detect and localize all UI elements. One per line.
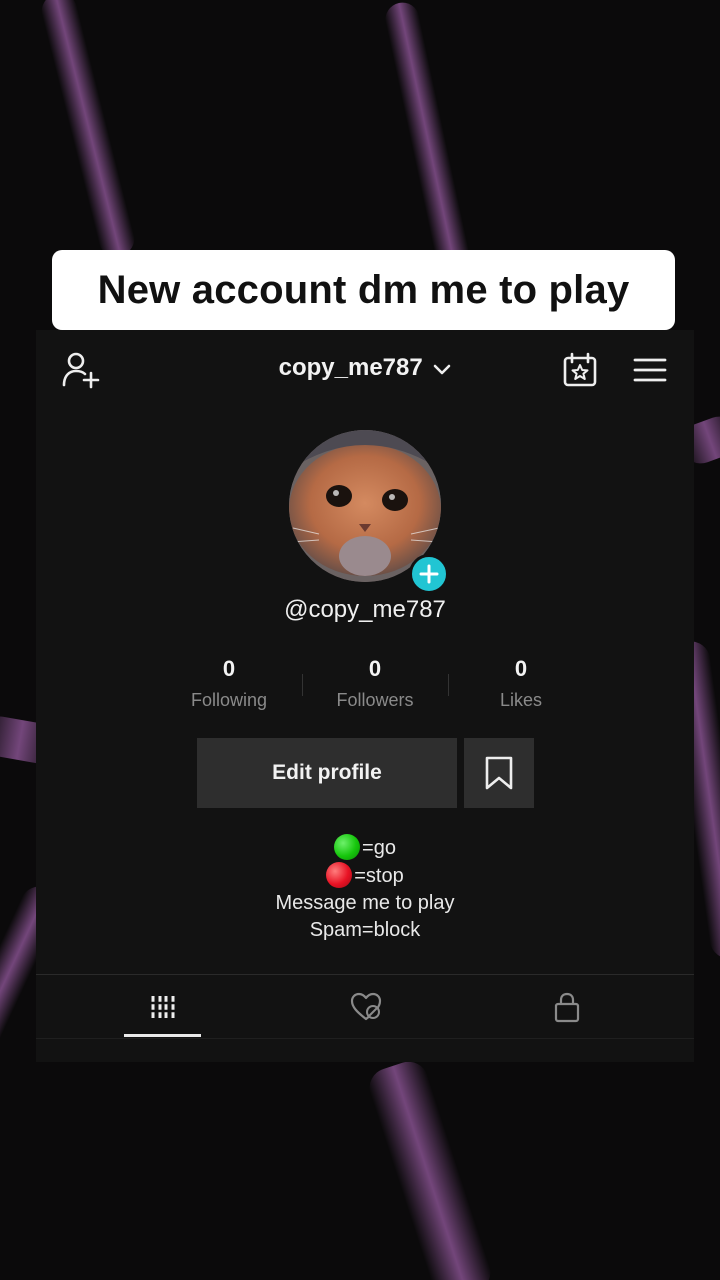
bookmark-icon bbox=[485, 756, 513, 790]
stat-likes[interactable]: 0 Likes bbox=[448, 656, 594, 716]
stat-divider bbox=[302, 674, 303, 696]
bio-line-stop: =stop bbox=[36, 862, 694, 890]
bio-line-spam: Spam=block bbox=[309, 919, 421, 941]
grid-videos-icon bbox=[150, 996, 176, 1018]
tabs-divider bbox=[36, 974, 694, 975]
calendar-star-icon[interactable] bbox=[560, 350, 600, 390]
edit-profile-button[interactable]: Edit profile bbox=[197, 738, 457, 808]
active-tab-indicator bbox=[124, 1034, 201, 1037]
followers-label: Followers bbox=[336, 690, 414, 710]
add-photo-button[interactable] bbox=[409, 554, 449, 594]
profile-handle: @copy_me787 bbox=[284, 596, 446, 623]
following-label: Following bbox=[190, 690, 268, 710]
lock-icon bbox=[554, 992, 580, 1023]
following-count: 0 bbox=[222, 656, 236, 681]
profile-bio: =go =stop Message me to play Spam=block bbox=[36, 834, 694, 944]
stat-following[interactable]: 0 Following bbox=[156, 656, 302, 716]
bio-text-stop: =stop bbox=[354, 865, 404, 887]
avatar[interactable] bbox=[289, 430, 449, 594]
bio-line-message: Message me to play bbox=[275, 892, 455, 914]
likes-count: 0 bbox=[514, 656, 528, 681]
video-caption: New account dm me to play bbox=[52, 250, 675, 330]
profile-header: copy_me787 bbox=[36, 330, 694, 410]
liked-hidden-icon bbox=[350, 992, 382, 1021]
bio-text-go: =go bbox=[362, 837, 396, 859]
followers-count: 0 bbox=[368, 656, 382, 681]
tabs-bottom-divider bbox=[36, 1038, 694, 1039]
tab-videos[interactable] bbox=[98, 980, 228, 1034]
profile-stats: 0 Following 0 Followers 0 Likes bbox=[156, 656, 594, 716]
likes-label: Likes bbox=[499, 690, 543, 710]
tab-private[interactable] bbox=[502, 980, 632, 1034]
username-label: copy_me787 bbox=[278, 354, 423, 381]
bio-line-go: =go bbox=[36, 834, 694, 862]
chevron-down-icon bbox=[433, 355, 451, 383]
red-circle-icon bbox=[326, 862, 353, 888]
tab-liked[interactable] bbox=[301, 980, 431, 1034]
stat-divider bbox=[448, 674, 449, 696]
green-circle-icon bbox=[334, 834, 361, 860]
plus-icon bbox=[419, 564, 439, 584]
profile-screenshot-panel: copy_me787 @copy_me787 0 Following 0 Fol… bbox=[36, 330, 694, 1062]
stat-followers[interactable]: 0 Followers bbox=[302, 656, 448, 716]
menu-icon[interactable] bbox=[630, 352, 670, 388]
favorites-button[interactable] bbox=[464, 738, 534, 808]
